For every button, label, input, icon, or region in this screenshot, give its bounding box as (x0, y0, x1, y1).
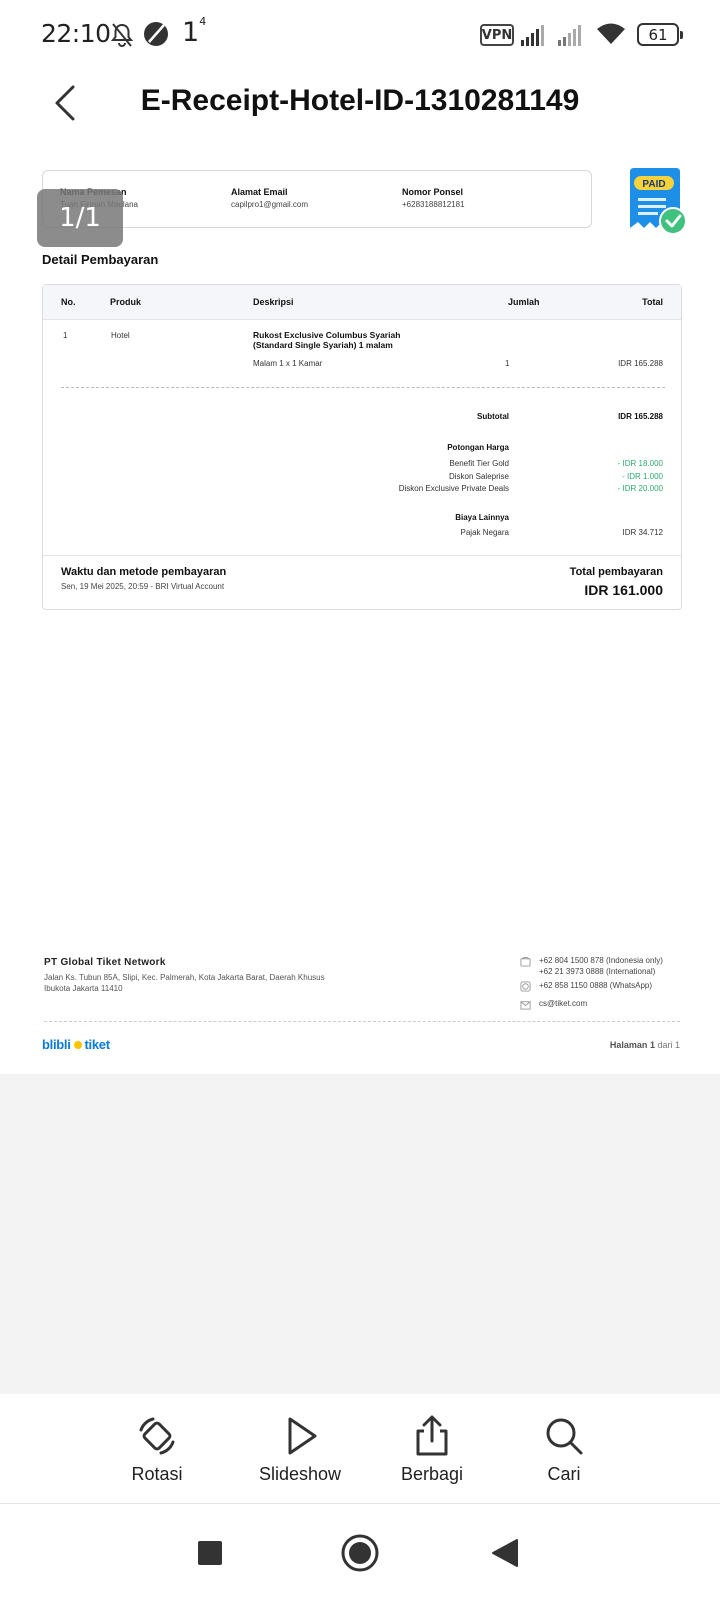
table-header: No. Produk Deskripsi Jumlah Total (43, 285, 681, 320)
clock: 22:10 (41, 19, 111, 48)
contact-email: cs@tiket.com (520, 998, 587, 1010)
row-total: IDR 165.288 (618, 359, 663, 368)
discount-title: Potongan Harga (447, 443, 509, 452)
total-payment-value: IDR 161.000 (584, 582, 663, 598)
home-circle-icon (341, 1534, 379, 1572)
col-description: Deskripsi (253, 297, 294, 307)
tax-label: Pajak Negara (460, 528, 509, 537)
col-no: No. (61, 297, 76, 307)
chevron-left-icon (55, 85, 75, 121)
app-header: E-Receipt-Hotel-ID-1310281149 (0, 70, 720, 160)
row-product: Hotel (111, 331, 130, 340)
row-desc-line1: Rukost Exclusive Columbus Syariah (253, 330, 401, 340)
recents-button[interactable] (185, 1528, 235, 1578)
row-quantity: 1 (505, 359, 510, 368)
phone-icon (520, 956, 531, 967)
discount-value: - IDR 18.000 (617, 459, 663, 468)
other-fees-title: Biaya Lainnya (455, 513, 509, 522)
share-icon (416, 1415, 448, 1456)
discount-label: Diskon Saleprise (448, 472, 509, 481)
bottom-toolbar: Rotasi Slideshow Berbagi Cari (0, 1394, 720, 1504)
total-payment-label: Total pembayaran (569, 566, 663, 578)
company-name: PT Global Tiket Network (44, 957, 166, 968)
share-button[interactable]: Berbagi (377, 1414, 487, 1485)
status-bar: 22:10 14 VPN 61 (0, 0, 720, 70)
section-title: Detail Pembayaran (42, 252, 159, 267)
rotate-icon (139, 1417, 175, 1455)
discount-label: Benefit Tier Gold (449, 459, 509, 468)
home-button[interactable] (335, 1528, 385, 1578)
signal-icon (521, 25, 544, 46)
page-number: Halaman 1 dari 1 (609, 1040, 680, 1050)
subtotal-value: IDR 165.288 (618, 412, 663, 421)
customer-info-card: Nama Pemesan Tuan Firman Maulana Alamat … (42, 170, 592, 228)
whatsapp-icon (520, 981, 531, 992)
row-no: 1 (63, 331, 68, 340)
payment-method-value: Sen, 19 Mei 2025, 20:59 - BRI Virtual Ac… (61, 582, 225, 591)
triangle-back-icon (492, 1539, 518, 1567)
col-quantity: Jumlah (508, 297, 540, 307)
customer-email: Alamat Email capilpro1@gmail.com (231, 187, 309, 209)
contact-whatsapp: +62 858 1150 0888 (WhatsApp) (520, 980, 652, 992)
divider (43, 555, 681, 556)
mute-bell-icon (110, 23, 134, 47)
row-desc-detail: Malam 1 x 1 Kamar (253, 359, 323, 368)
tax-value: IDR 34.712 (622, 528, 663, 537)
customer-phone: Nomor Ponsel +6283188812181 (402, 187, 465, 209)
data-saver-icon (144, 22, 168, 46)
divider (61, 387, 665, 388)
paid-receipt-icon: PAID (630, 168, 687, 235)
rotate-button[interactable]: Rotasi (102, 1414, 212, 1485)
search-button[interactable]: Cari (509, 1414, 619, 1485)
vpn-indicator: VPN (480, 24, 514, 46)
divider (44, 1021, 680, 1022)
discount-label: Diskon Exclusive Private Deals (398, 484, 509, 493)
mail-icon (520, 1001, 531, 1010)
payment-method-label: Waktu dan metode pembayaran (61, 566, 227, 578)
receipt-document[interactable]: Nama Pemesan Tuan Firman Maulana Alamat … (0, 160, 720, 1074)
payment-table: No. Produk Deskripsi Jumlah Total 1 Hote… (42, 284, 682, 610)
system-navigation-bar (0, 1504, 720, 1600)
back-nav-button[interactable] (480, 1528, 530, 1578)
col-product: Produk (110, 297, 142, 307)
col-total: Total (642, 297, 663, 307)
discount-value: - IDR 1.000 (622, 472, 663, 481)
square-icon (198, 1541, 222, 1565)
page-indicator: 1/1 (37, 189, 123, 247)
slideshow-button[interactable]: Slideshow (245, 1414, 355, 1485)
wifi-icon (597, 23, 625, 44)
battery-icon: 61 (637, 23, 683, 46)
brand-logo: blibli tiket (42, 1037, 110, 1052)
discount-value: - IDR 20.000 (617, 484, 663, 493)
contact-phone: +62 804 1500 878 (Indonesia only) +62 21… (520, 955, 663, 977)
search-icon (546, 1418, 583, 1455)
notification-count: 14 (182, 15, 207, 48)
signal-icon (558, 25, 581, 46)
back-button[interactable] (40, 78, 90, 128)
svg-text:PAID: PAID (642, 179, 665, 190)
viewer-background (0, 1074, 720, 1394)
subtotal-label: Subtotal (477, 412, 509, 421)
company-address: Jalan Ks. Tubun 85A, Slipi, Kec. Palmera… (44, 973, 325, 993)
document-title: E-Receipt-Hotel-ID-1310281149 (140, 84, 580, 117)
row-desc-line2: (Standard Single Syariah) 1 malam (253, 340, 393, 350)
play-icon (288, 1417, 317, 1455)
